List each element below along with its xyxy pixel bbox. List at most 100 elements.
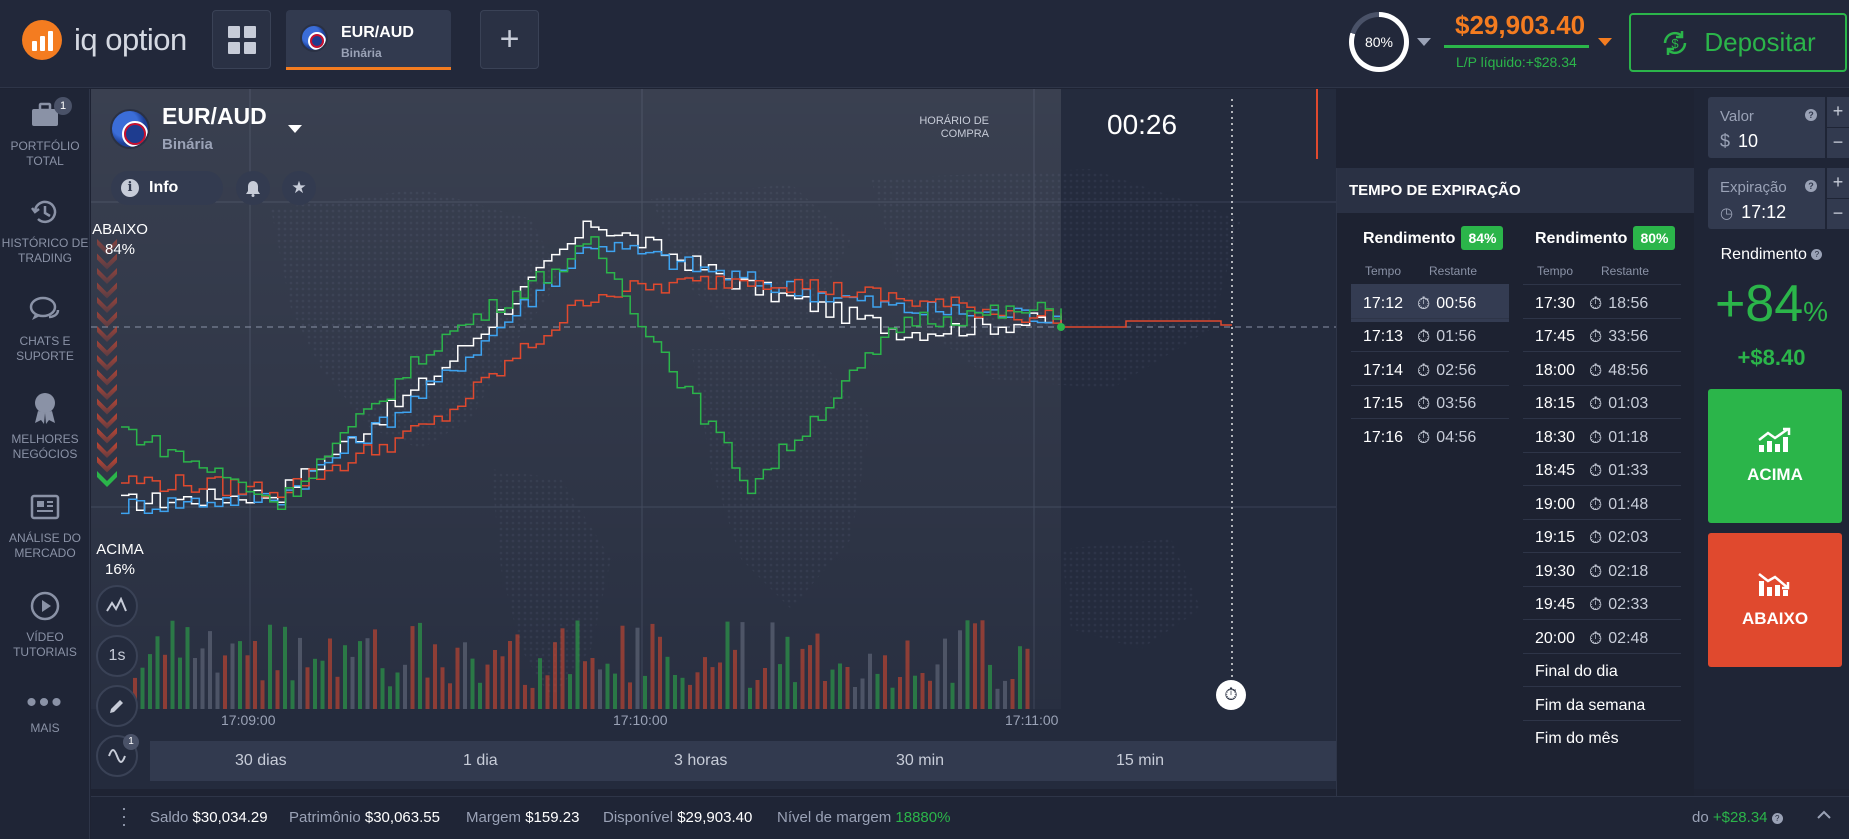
period-30-min[interactable]: 30 min xyxy=(896,752,944,770)
bell-icon[interactable] xyxy=(236,171,270,205)
expiration-option[interactable]: 19:45 ⏱ 02:33 xyxy=(1523,585,1681,624)
stopwatch-icon[interactable]: ⏱ xyxy=(1216,680,1246,710)
expiration-option[interactable]: 17:12 ⏱ 00:56 xyxy=(1351,284,1509,322)
volume-bar xyxy=(485,664,490,709)
asset-chevron-down-icon[interactable] xyxy=(288,125,302,133)
chart-canvas[interactable] xyxy=(91,89,1336,789)
amount-value[interactable]: $10 xyxy=(1720,131,1758,152)
expiration-option[interactable]: Final do dia xyxy=(1523,652,1681,691)
logo[interactable]: iq option xyxy=(22,20,187,60)
expiration-option[interactable]: 17:16 ⏱ 04:56 xyxy=(1351,418,1509,456)
volume-bar xyxy=(598,669,602,709)
amount-plus-button[interactable]: + xyxy=(1827,97,1849,127)
expiry-minus-button[interactable]: − xyxy=(1827,199,1849,229)
sidebar-item-more[interactable]: ••• MAIS xyxy=(0,688,90,736)
volume-bar xyxy=(935,664,940,709)
volume-bar xyxy=(590,658,595,709)
expiration-option[interactable]: 19:15 ⏱ 02:03 xyxy=(1523,518,1681,557)
help-icon[interactable]: ? xyxy=(1805,180,1817,192)
volume-bar xyxy=(455,647,460,709)
volume-bar xyxy=(470,658,475,709)
indicators-button[interactable]: 1 xyxy=(96,734,139,777)
expiration-option[interactable]: 18:30 ⏱ 01:18 xyxy=(1523,418,1681,456)
info-button[interactable]: i Info xyxy=(111,171,223,205)
stopwatch-icon: ⏱ xyxy=(1589,360,1603,380)
expiration-option[interactable]: Fim da semana xyxy=(1523,686,1681,724)
more-vertical-icon[interactable]: · · · xyxy=(121,799,127,833)
expiry-plus-button[interactable]: + xyxy=(1827,168,1849,198)
expiration-option[interactable]: 19:30 ⏱ 02:18 xyxy=(1523,552,1681,590)
sidebar-item-history[interactable]: HISTÓRICO DE TRADING xyxy=(0,192,90,266)
expiration-label: Fim da semana xyxy=(1535,696,1646,714)
expiration-option[interactable]: Fim do mês xyxy=(1523,719,1681,758)
expiration-remaining: 03:56 xyxy=(1436,395,1477,412)
chevron-up-icon[interactable] xyxy=(1816,807,1832,823)
balance[interactable]: $29,903.40 xyxy=(1455,10,1585,41)
stopwatch-icon: ⏱ xyxy=(1589,394,1603,413)
expiration-remaining: 01:18 xyxy=(1608,428,1649,446)
expiry-field[interactable]: Expiração ? ◷ 17:12 xyxy=(1708,168,1825,229)
level-gauge[interactable]: 80% xyxy=(1349,12,1409,72)
call-up-button[interactable]: ACIMA xyxy=(1708,389,1842,523)
expiry-value[interactable]: ◷ 17:12 xyxy=(1720,202,1786,223)
yield-badge: 80% xyxy=(1633,226,1676,250)
volume-bar xyxy=(155,636,160,709)
expiration-option[interactable]: 17:45 ⏱ 33:56 xyxy=(1523,317,1681,356)
pencil-icon[interactable] xyxy=(96,685,138,727)
help-icon[interactable]: ? xyxy=(1805,109,1817,121)
stopwatch-icon: ⏱ xyxy=(1589,628,1603,648)
plus-icon[interactable]: + xyxy=(480,10,539,69)
stopwatch-icon: ⏱ xyxy=(1417,427,1431,447)
indicators-badge: 1 xyxy=(123,734,139,750)
sidebar-item-portfolio[interactable]: 1 PORTFÓLIO TOTAL xyxy=(0,95,90,169)
expiration-remaining: 01:33 xyxy=(1608,462,1649,479)
volume-bar xyxy=(373,629,377,709)
help-icon[interactable]: ? xyxy=(1811,249,1823,261)
deposit-button[interactable]: $ Depositar xyxy=(1629,13,1847,72)
expiration-option[interactable]: 18:15 ⏱ 01:03 xyxy=(1523,384,1681,423)
expiration-time: 20:00 xyxy=(1535,629,1576,647)
expiration-time: 18:30 xyxy=(1535,428,1576,446)
time-label: 17:10:00 xyxy=(613,712,668,728)
sidebar-item-chat[interactable]: CHATS E SUPORTE xyxy=(0,290,90,364)
expiration-option[interactable]: 18:45 ⏱ 01:33 xyxy=(1523,451,1681,490)
period-3-hours[interactable]: 3 horas xyxy=(674,752,727,770)
volume-bar xyxy=(290,680,295,709)
expiration-remaining: 02:48 xyxy=(1608,629,1649,647)
help-icon[interactable]: ? xyxy=(1771,812,1783,824)
asset-tab[interactable]: EUR/AUD Binária xyxy=(286,10,451,70)
amount-field[interactable]: Valor ? $10 xyxy=(1708,97,1825,158)
put-down-button[interactable]: ABAIXO xyxy=(1708,533,1842,667)
yield-header: Rendimento 84% xyxy=(1363,226,1504,250)
amount-minus-button[interactable]: − xyxy=(1827,128,1849,158)
expiration-option[interactable]: 18:00 ⏱ 48:56 xyxy=(1523,351,1681,389)
period-30-days[interactable]: 30 dias xyxy=(235,752,287,770)
expiration-option[interactable]: 17:14 ⏱ 02:56 xyxy=(1351,351,1509,389)
volume-bar xyxy=(703,657,707,709)
chart-type-button[interactable] xyxy=(96,585,138,627)
price-chart[interactable]: EUR/AUD Binária i Info ★ HORÁRIO DE COMP… xyxy=(91,89,1336,789)
chart-up-icon xyxy=(1758,427,1791,452)
expiration-option[interactable]: 20:00 ⏱ 02:48 xyxy=(1523,619,1681,657)
chart-down-icon xyxy=(1758,573,1790,596)
stopwatch-icon: ⏱ xyxy=(1589,327,1603,346)
expiration-option[interactable]: 17:15 ⏱ 03:56 xyxy=(1351,384,1509,423)
gauge-chevron-down-icon[interactable] xyxy=(1417,38,1431,46)
asset-grid-button[interactable] xyxy=(212,10,271,69)
sidebar-item-best-deals[interactable]: MELHORES NEGÓCIOS xyxy=(0,388,90,462)
sidebar-item-market-analysis[interactable]: ANÁLISE DO MERCADO xyxy=(0,487,90,561)
period-1-day[interactable]: 1 dia xyxy=(463,752,498,770)
star-icon[interactable]: ★ xyxy=(282,171,316,205)
amount-input[interactable]: 10 xyxy=(1738,131,1758,151)
volume-bar xyxy=(995,688,1000,709)
interval-button[interactable]: 1s xyxy=(96,635,138,677)
expiration-option[interactable]: 17:13 ⏱ 01:56 xyxy=(1351,317,1509,356)
sidebar-item-video-tutorials[interactable]: VÍDEO TUTORIAIS xyxy=(0,586,90,660)
volume-bar xyxy=(583,661,587,709)
balance-chevron-down-icon[interactable] xyxy=(1598,38,1612,46)
period-15-min[interactable]: 15 min xyxy=(1116,752,1164,770)
down-label: ABAIXO xyxy=(92,221,148,238)
expiration-option[interactable]: 17:30 ⏱ 18:56 xyxy=(1523,284,1681,322)
expiration-option[interactable]: 19:00 ⏱ 01:48 xyxy=(1523,485,1681,523)
expiration-time: 17:16 xyxy=(1363,428,1404,446)
